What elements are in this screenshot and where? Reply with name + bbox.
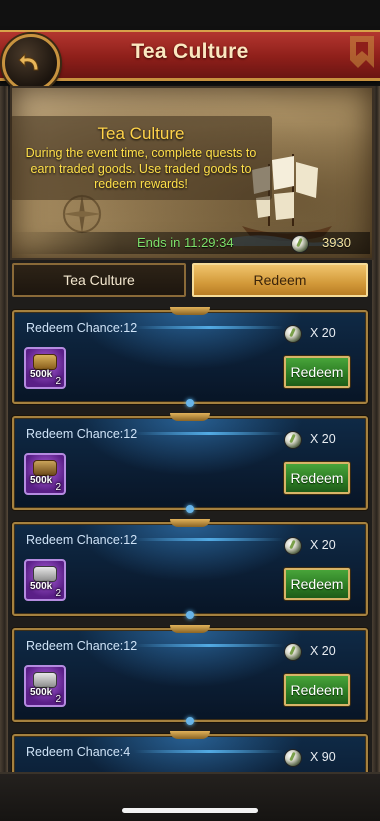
reward-item-icon[interactable]: 500k 2 (24, 665, 66, 707)
item-amount: 500k (30, 687, 53, 698)
item-amount: 500k (30, 581, 53, 592)
card-glow (134, 432, 284, 435)
silver-bars-icon (34, 673, 56, 687)
redeem-cost: X 20 (310, 432, 336, 446)
card-gem (186, 505, 194, 513)
item-amount: 500k (30, 369, 53, 380)
redeem-card: Redeem Chance:12 X 20 500k 2 Redeem (12, 625, 368, 725)
card-ornament (170, 731, 210, 739)
home-indicator[interactable] (122, 808, 258, 813)
redeem-button[interactable]: Redeem (284, 674, 350, 706)
redeem-card: Redeem Chance:12 X 20 500k 2 Redeem (12, 519, 368, 619)
reward-item-icon[interactable]: 500k 2 (24, 453, 66, 495)
redeem-list[interactable]: Redeem Chance:12 X 20 500k 2 Redeem Rede… (0, 304, 380, 774)
traded-goods-icon (285, 432, 301, 448)
tab-redeem[interactable]: Redeem (192, 263, 368, 297)
redeem-cost: X 20 (310, 538, 336, 552)
tab-tea-culture[interactable]: Tea Culture (12, 263, 186, 297)
reward-item-icon[interactable]: 500k 2 (24, 347, 66, 389)
redeem-chance-label: Redeem Chance:12 (26, 427, 138, 441)
redeem-chance-label: Redeem Chance:12 (26, 321, 138, 335)
card-gem (186, 611, 194, 619)
card-gem (186, 717, 194, 725)
redeem-button[interactable]: Redeem (284, 356, 350, 388)
item-quantity: 2 (55, 588, 61, 599)
traded-goods-icon (292, 236, 308, 252)
redeem-button[interactable]: Redeem (284, 568, 350, 600)
header: Tea Culture (0, 0, 380, 92)
back-button[interactable] (2, 34, 60, 92)
footer-bar (0, 772, 380, 821)
event-timer: Ends in 11:29:34 (137, 235, 234, 250)
redeem-chance-label: Redeem Chance:4 (26, 745, 131, 759)
redeem-cost: X 20 (310, 326, 336, 340)
redeem-chance-label: Redeem Chance:12 (26, 533, 138, 547)
redeem-cost: X 20 (310, 644, 336, 658)
item-quantity: 2 (55, 694, 61, 705)
card-glow (134, 538, 284, 541)
redeem-card: Redeem Chance:12 X 20 500k 2 Redeem (12, 413, 368, 513)
back-arrow-icon (18, 52, 39, 71)
card-ornament (170, 519, 210, 527)
card-ornament (170, 307, 210, 315)
item-quantity: 2 (55, 482, 61, 493)
traded-goods-icon (285, 644, 301, 660)
goods-count: 3930 (322, 235, 351, 250)
card-ornament (170, 625, 210, 633)
redeem-card: Redeem Chance:12 X 20 500k 2 Redeem (12, 307, 368, 407)
gold-pile-icon (34, 355, 56, 369)
card-glow (134, 326, 284, 329)
redeem-card: Redeem Chance:4 X 90 (12, 731, 368, 774)
card-glow (134, 750, 284, 753)
item-amount: 500k (30, 475, 53, 486)
traded-goods-icon (285, 326, 301, 342)
item-quantity: 2 (55, 376, 61, 387)
banner-title: Tea Culture (97, 124, 185, 143)
traded-goods-icon (285, 538, 301, 554)
reward-item-icon[interactable]: 500k 2 (24, 559, 66, 601)
banner-description: During the event time, complete quests t… (25, 146, 257, 191)
redeem-cost: X 90 (310, 750, 336, 764)
card-gem (186, 399, 194, 407)
silver-ore-icon (34, 567, 56, 581)
redeem-chance-label: Redeem Chance:12 (26, 639, 138, 653)
card-glow (134, 644, 284, 647)
redeem-button[interactable]: Redeem (284, 462, 350, 494)
treasure-chest-icon (34, 461, 56, 475)
card-ornament (170, 413, 210, 421)
traded-goods-icon (285, 750, 301, 766)
